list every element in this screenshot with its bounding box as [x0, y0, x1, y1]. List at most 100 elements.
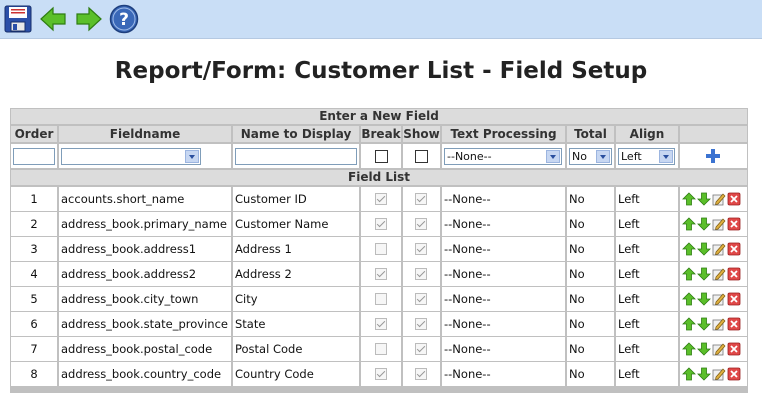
row-break-checkbox	[375, 293, 387, 305]
header-show: Show	[403, 126, 440, 142]
header-align: Align	[616, 126, 678, 142]
edit-icon[interactable]	[712, 317, 726, 331]
row-actions	[680, 262, 747, 286]
new-show-checkbox[interactable]	[415, 150, 428, 163]
row-display-name: State	[233, 312, 359, 336]
new-align-select[interactable]: Left	[618, 148, 675, 165]
row-break-checkbox	[375, 368, 387, 380]
header-break: Break	[361, 126, 401, 142]
row-actions	[680, 212, 747, 236]
chevron-down-icon	[596, 150, 610, 163]
row-align: Left	[616, 187, 678, 211]
row-action-buttons	[682, 217, 741, 231]
row-order: 2	[11, 212, 57, 236]
row-text-processing: --None--	[442, 312, 565, 336]
move-down-icon[interactable]	[697, 342, 711, 356]
back-button[interactable]	[38, 4, 68, 34]
new-text-processing-select[interactable]: --None--	[444, 148, 562, 165]
move-down-icon[interactable]	[697, 217, 711, 231]
move-down-icon[interactable]	[697, 367, 711, 381]
chevron-down-icon	[185, 150, 199, 163]
row-display-name: Address 1	[233, 237, 359, 261]
move-up-icon[interactable]	[682, 242, 696, 256]
move-up-icon[interactable]	[682, 217, 696, 231]
row-action-buttons	[682, 267, 741, 281]
move-down-icon[interactable]	[697, 192, 711, 206]
edit-icon[interactable]	[712, 217, 726, 231]
row-order: 8	[11, 362, 57, 386]
row-break-cell	[361, 212, 401, 236]
row-total: No	[567, 312, 614, 336]
new-break-checkbox[interactable]	[375, 150, 388, 163]
edit-icon[interactable]	[712, 342, 726, 356]
row-align: Left	[616, 237, 678, 261]
row-actions	[680, 187, 747, 211]
arrow-right-icon	[76, 6, 102, 32]
row-fieldname: accounts.short_name	[59, 187, 231, 211]
edit-icon[interactable]	[712, 292, 726, 306]
save-button[interactable]	[3, 4, 33, 34]
plus-icon	[706, 149, 720, 163]
new-total-select[interactable]: No	[569, 148, 612, 165]
help-icon: ?	[109, 4, 139, 34]
row-break-cell	[361, 237, 401, 261]
delete-icon[interactable]	[727, 267, 741, 281]
toolbar: ?	[0, 0, 762, 39]
edit-icon[interactable]	[712, 242, 726, 256]
move-up-icon[interactable]	[682, 317, 696, 331]
delete-icon[interactable]	[727, 292, 741, 306]
delete-icon[interactable]	[727, 192, 741, 206]
row-display-name: Customer Name	[233, 212, 359, 236]
row-break-checkbox	[375, 343, 387, 355]
row-order: 6	[11, 312, 57, 336]
row-action-buttons	[682, 242, 741, 256]
row-actions	[680, 337, 747, 361]
move-down-icon[interactable]	[697, 242, 711, 256]
row-break-cell	[361, 337, 401, 361]
row-total: No	[567, 262, 614, 286]
header-fieldname: Fieldname	[59, 126, 231, 142]
move-up-icon[interactable]	[682, 267, 696, 281]
help-button[interactable]: ?	[109, 4, 139, 34]
move-down-icon[interactable]	[697, 292, 711, 306]
move-up-icon[interactable]	[682, 192, 696, 206]
svg-text:?: ?	[119, 10, 129, 30]
edit-icon[interactable]	[712, 267, 726, 281]
move-up-icon[interactable]	[682, 367, 696, 381]
row-show-cell	[403, 337, 440, 361]
new-total-value: No	[572, 150, 587, 163]
row-show-checkbox	[415, 193, 427, 205]
chevron-down-icon	[546, 150, 560, 163]
row-actions	[680, 237, 747, 261]
delete-icon[interactable]	[727, 367, 741, 381]
row-fieldname: address_book.address2	[59, 262, 231, 286]
edit-icon[interactable]	[712, 192, 726, 206]
delete-icon[interactable]	[727, 242, 741, 256]
forward-button[interactable]	[74, 4, 104, 34]
delete-icon[interactable]	[727, 342, 741, 356]
edit-icon[interactable]	[712, 367, 726, 381]
move-down-icon[interactable]	[697, 267, 711, 281]
row-align: Left	[616, 212, 678, 236]
row-total: No	[567, 237, 614, 261]
row-text-processing: --None--	[442, 212, 565, 236]
chevron-down-icon	[659, 150, 673, 163]
new-fieldname-select[interactable]	[61, 148, 201, 165]
new-order-input[interactable]	[13, 148, 55, 165]
add-field-button[interactable]	[705, 148, 721, 167]
delete-icon[interactable]	[727, 317, 741, 331]
row-show-cell	[403, 312, 440, 336]
row-text-processing: --None--	[442, 337, 565, 361]
move-up-icon[interactable]	[682, 292, 696, 306]
row-total: No	[567, 337, 614, 361]
row-align: Left	[616, 312, 678, 336]
move-down-icon[interactable]	[697, 317, 711, 331]
row-display-name: Customer ID	[233, 187, 359, 211]
row-break-checkbox	[375, 218, 387, 230]
move-up-icon[interactable]	[682, 342, 696, 356]
delete-icon[interactable]	[727, 217, 741, 231]
field-setup-table: Enter a New Field Order Fieldname Name to D…	[10, 108, 748, 393]
row-break-checkbox	[375, 268, 387, 280]
new-display-name-input[interactable]	[235, 148, 357, 165]
row-text-processing: --None--	[442, 287, 565, 311]
